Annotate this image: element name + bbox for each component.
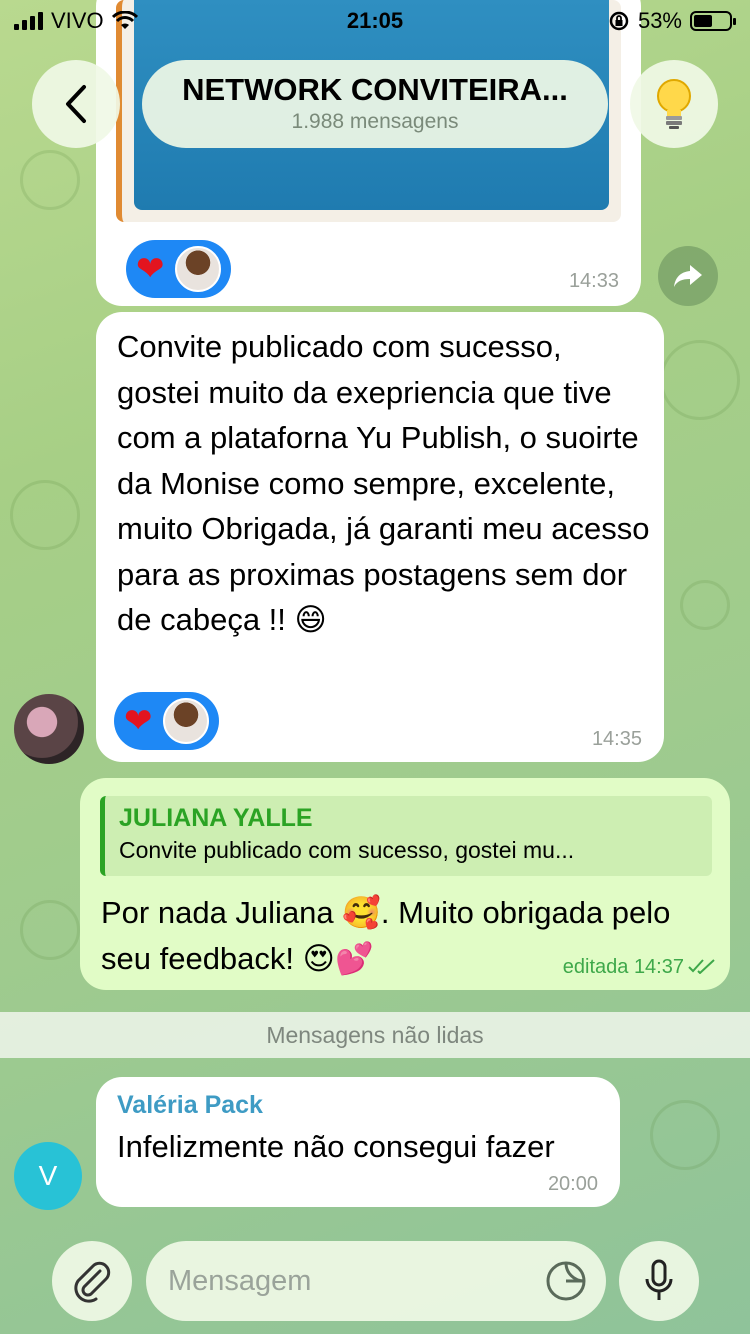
valeria-message-bubble[interactable]: Valéria Pack Infelizmente não consegui f… [96,1077,620,1207]
reaction-pill[interactable]: ❤ [114,692,219,750]
sender-name[interactable]: Valéria Pack [117,1091,263,1120]
double-check-icon [688,959,715,974]
sender-avatar[interactable]: V [14,1142,82,1210]
back-button[interactable] [32,60,120,148]
text-part: Por nada Juliana [101,895,343,930]
message-time: 14:33 [568,270,619,292]
battery-fill [694,15,713,27]
message-time: 20:00 [547,1173,598,1195]
smiling-hearts-emoji: 🥰 [342,895,381,931]
orientation-lock-icon [609,11,629,31]
quoted-sender: JULIANA YALLE [119,804,313,832]
microphone-button[interactable] [619,1241,699,1321]
background-doodle [680,580,730,630]
quoted-reply[interactable]: JULIANA YALLE Convite publicado com suce… [100,796,712,876]
battery-percent: 53% [637,8,682,33]
message-text: Convite publicado com sucesso, gostei mu… [117,324,652,644]
two-hearts-emoji: 💕 [334,941,374,977]
message-input-container[interactable] [146,1241,606,1321]
lightbulb-icon [657,79,691,129]
attach-button[interactable] [52,1241,132,1321]
sticker-icon[interactable] [544,1259,588,1303]
share-arrow-icon [674,265,702,287]
reactor-avatar [174,246,221,292]
message-time: 14:35 [591,728,642,750]
quoted-text: Convite publicado com sucesso, gostei mu… [119,837,575,863]
message-time: editada 14:37 [562,956,684,978]
chat-title-pill[interactable]: NETWORK CONVITEIRA... 1.988 mensagens [142,60,608,148]
share-button[interactable] [658,246,718,306]
heart-eyes-emoji: 😍 [302,941,335,977]
background-doodle [20,150,80,210]
message-count: 1.988 mensagens [291,110,459,133]
background-doodle [10,480,80,550]
message-text: Infelizmente não consegui fazer [117,1129,555,1164]
status-right: 53% [608,8,736,34]
battery-icon [690,11,736,31]
background-doodle [20,900,80,960]
heart-icon: ❤ [124,702,153,740]
heart-icon: ❤ [136,250,165,288]
reply-message-bubble[interactable]: JULIANA YALLE Convite publicado com suce… [80,778,730,990]
chat-title: NETWORK CONVITEIRA... [182,72,568,107]
background-doodle [650,1100,720,1170]
media-message-bubble[interactable]: ❤ 14:33 [96,0,641,306]
message-body: Convite publicado com sucesso, gostei mu… [117,329,650,637]
background-doodle [660,340,740,420]
reaction-pill[interactable]: ❤ [126,240,231,298]
paperclip-icon [74,1261,111,1303]
grinning-emoji: 😄 [294,602,327,638]
message-input[interactable] [168,1241,528,1321]
microphone-icon [645,1259,673,1300]
unread-divider: Mensagens não lidas [0,1012,750,1058]
status-bar: VIVO 21:05 53% [0,0,750,40]
sender-avatar[interactable] [14,694,84,764]
lightbulb-button[interactable] [630,60,718,148]
juliana-message-bubble[interactable]: Convite publicado com sucesso, gostei mu… [96,312,664,762]
reactor-avatar [162,698,209,744]
chevron-left-icon [66,85,86,123]
